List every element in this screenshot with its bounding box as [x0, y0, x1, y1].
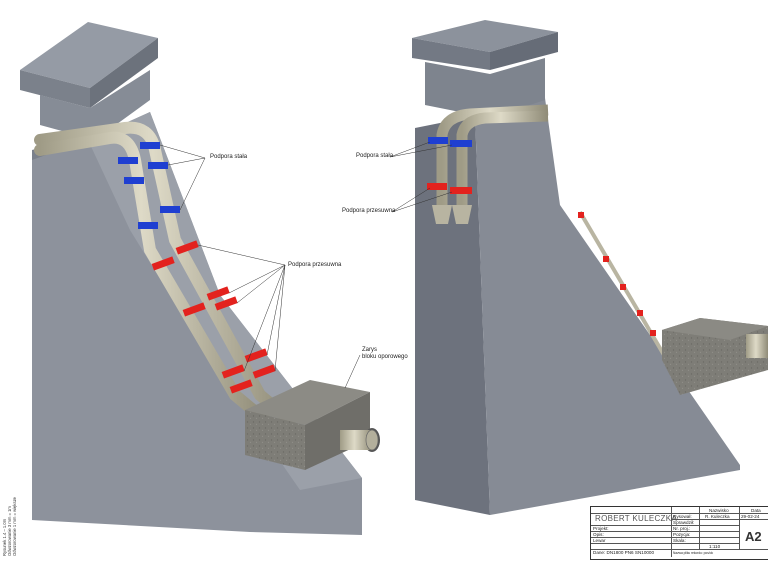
fixed-support-mark — [138, 222, 158, 229]
drawn-by-label: Rysował: — [673, 514, 692, 519]
project-number-label: Nr. proj.: — [673, 526, 691, 531]
author-label: Lewar — [593, 538, 606, 543]
fixed-support-mark — [160, 206, 180, 213]
checked-by-label: Sprawdził: — [673, 520, 695, 525]
right-dam-front-face — [475, 98, 740, 515]
scale-value: 1:110 — [709, 544, 721, 549]
technical-drawing — [20, 20, 768, 535]
col-name-header: Nazwisko — [709, 508, 729, 513]
side-note: Rysunek 1.4 – 1.0m Odwzorowanie 3 mm = 1… — [2, 497, 17, 556]
right-isometric-view — [389, 20, 768, 515]
fixed-support-mark — [124, 177, 144, 184]
file-note: Nazwa pliku rekordu: pos/ok — [673, 551, 714, 555]
drawing-sheet: Podpora stała Podpora przesuwna Zarys bl… — [0, 0, 768, 562]
side-note-line: Odwzorowanie 1 mm = większe — [12, 497, 17, 556]
sliding-support-mark — [603, 256, 609, 262]
right-anchor-block — [662, 318, 768, 395]
company-logo: ROBERT KULECZKA — [595, 514, 678, 523]
title-block: ROBERT KULECZKA Nazwisko Data Rysował: R… — [590, 506, 768, 560]
col-date-header: Data — [751, 508, 761, 513]
callout-fixed-support-left: Podpora stała — [210, 154, 248, 160]
fixed-support-mark — [118, 157, 138, 164]
drawn-by-name: R. Kuleczka — [705, 514, 730, 519]
drawn-by-date: 29-02-24 — [741, 514, 760, 519]
sliding-support-mark — [450, 187, 472, 194]
left-isometric-view — [20, 22, 380, 535]
callout-fixed-support-right: Podpora stała — [356, 153, 394, 159]
sliding-support-mark — [578, 212, 584, 218]
sheet-size: A2 — [745, 529, 762, 544]
callout-sliding-support-right: Podpora przesuwna — [342, 208, 396, 214]
sliding-support-mark — [620, 284, 626, 290]
fixed-support-mark — [450, 140, 472, 147]
project-label: Projekt: — [593, 526, 609, 531]
fixed-support-mark — [140, 142, 160, 149]
pipe-data: Dane: DN1800 PN6 SN10000 — [593, 550, 655, 555]
callout-anchor-block-line1: Zarys — [362, 347, 377, 353]
position-label: Pozycja: — [673, 532, 691, 537]
sliding-support-mark — [637, 310, 643, 316]
callout-sliding-support-left: Podpora przesuwna — [288, 262, 342, 268]
description-label: Opis: — [593, 532, 604, 537]
sliding-support-mark — [650, 330, 656, 336]
fixed-support-mark — [148, 162, 168, 169]
callout-anchor-block-line2: bloku oporowego — [362, 354, 408, 360]
scale-label: Skala: — [673, 538, 686, 543]
fixed-support-mark — [428, 137, 448, 144]
sliding-support-mark — [427, 183, 447, 190]
